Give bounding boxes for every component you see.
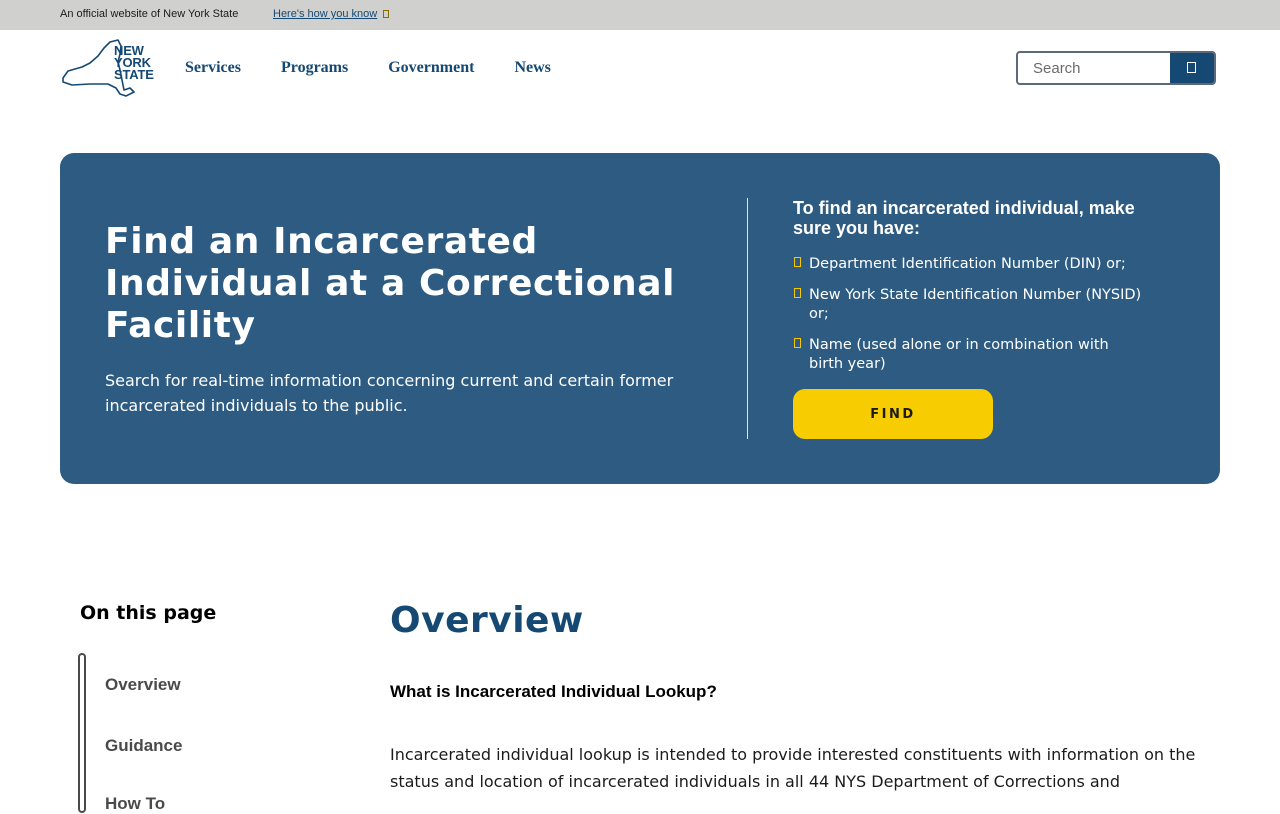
on-this-page-link-guidance[interactable]: Guidance	[105, 736, 182, 756]
hero-title: Find an Incarcerated Individual at a Cor…	[105, 221, 676, 346]
hero-panel: Find an Incarcerated Individual at a Cor…	[60, 153, 1220, 484]
site-search	[1016, 51, 1216, 85]
heres-how-you-know-link[interactable]: Here's how you know	[273, 8, 390, 20]
bullet-icon	[794, 288, 801, 298]
nys-logo[interactable]: NEW YORK STATE	[60, 38, 156, 98]
search-icon	[1187, 62, 1196, 73]
bullet-icon	[794, 257, 801, 267]
requirement-text: Department Identification Number (DIN) o…	[809, 256, 1126, 272]
hero-description: Search for real-time information concern…	[105, 371, 674, 415]
search-button[interactable]	[1170, 53, 1214, 83]
overview-body: Incarcerated individual lookup is intend…	[390, 745, 1196, 791]
requirements-heading: To find an incarcerated individual, make…	[793, 198, 1135, 238]
requirement-text: Name (used alone or in combination with …	[809, 337, 1109, 372]
on-this-page-link-overview[interactable]: Overview	[105, 675, 181, 695]
logo-text-state: STATE	[114, 67, 154, 82]
find-button[interactable]: FIND	[793, 389, 993, 439]
requirement-nysid: New York State Identification Number (NY…	[793, 286, 1143, 324]
main-nav: Services Programs Government News	[185, 59, 551, 77]
nav-programs[interactable]: Programs	[281, 59, 348, 77]
official-website-text: An official website of New York State	[60, 8, 239, 20]
nav-news[interactable]: News	[514, 59, 550, 77]
requirement-name: Name (used alone or in combination with …	[793, 336, 1143, 374]
hero-divider	[747, 198, 748, 439]
on-this-page-link-how-to[interactable]: How To	[105, 794, 165, 814]
on-this-page-scroll-rail	[78, 653, 86, 813]
overview-heading: Overview	[390, 600, 584, 641]
nav-services[interactable]: Services	[185, 59, 241, 77]
official-website-banner: An official website of New York State He…	[0, 0, 1280, 30]
bullet-icon	[794, 338, 801, 348]
nav-government[interactable]: Government	[388, 59, 474, 77]
requirement-text: New York State Identification Number (NY…	[809, 287, 1142, 322]
overview-question: What is Incarcerated Individual Lookup?	[390, 682, 717, 701]
chevron-down-icon	[383, 10, 390, 18]
on-this-page-title: On this page	[80, 602, 217, 624]
requirements-list: Department Identification Number (DIN) o…	[793, 255, 1143, 386]
heres-how-you-know-label: Here's how you know	[273, 8, 378, 20]
search-input[interactable]	[1018, 53, 1170, 83]
requirement-din: Department Identification Number (DIN) o…	[793, 255, 1143, 274]
